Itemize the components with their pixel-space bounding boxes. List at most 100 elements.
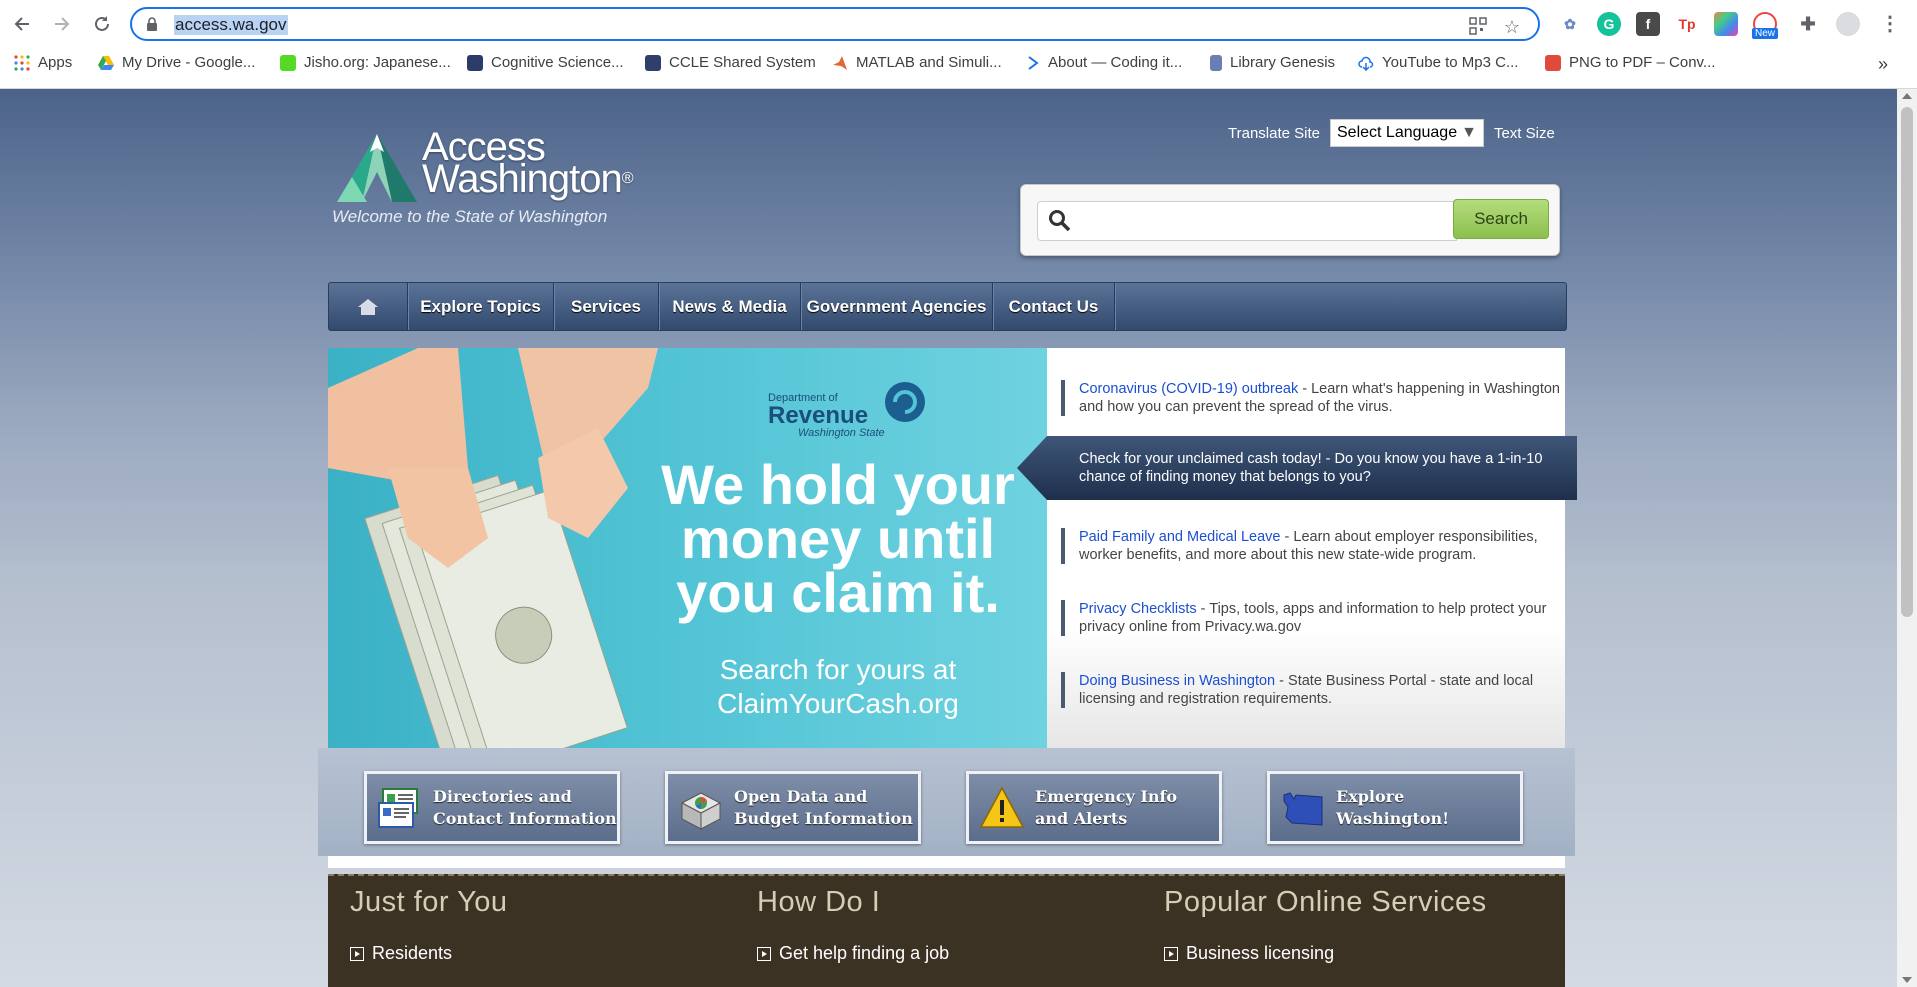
link-find-job[interactable]: Get help finding a job	[757, 943, 949, 964]
scroll-down-arrow-icon[interactable]	[1902, 977, 1912, 983]
apps-grid-icon	[14, 54, 30, 71]
subtext-line1: Search for yours at	[719, 654, 957, 685]
quick-link-emergency[interactable]: Emergency Info and Alerts	[966, 771, 1222, 844]
quick-link-text: Emergency Info and Alerts	[1035, 786, 1177, 830]
text-size-link[interactable]: Text Size	[1494, 125, 1555, 142]
search-input[interactable]	[1037, 201, 1457, 241]
language-select[interactable]: Select Language ▼	[1330, 119, 1484, 147]
mountain-logo-icon	[337, 134, 417, 202]
arrow-bullet-icon	[350, 946, 364, 961]
browser-chrome: access.wa.gov ☆ ✿ G f Tp New ✚ ⋮ Apps My…	[0, 0, 1917, 89]
nav-contact-us[interactable]: Contact Us	[993, 283, 1115, 330]
nav-government-agencies[interactable]: Government Agencies	[801, 283, 993, 330]
bookmark-matlab[interactable]: MATLAB and Simuli...	[832, 54, 1002, 71]
google-drive-icon	[98, 55, 114, 70]
nav-services[interactable]: Services	[554, 283, 659, 330]
new-badge: New	[1752, 28, 1779, 39]
bookmark-jisho[interactable]: Jisho.org: Japanese...	[280, 54, 451, 71]
bookmark-label: About — Coding it...	[1048, 54, 1183, 71]
link-residents[interactable]: Residents	[350, 943, 508, 964]
qr-code-icon[interactable]	[1468, 17, 1488, 37]
search-icon	[1049, 210, 1071, 232]
bookmark-library-genesis[interactable]: Library Genesis	[1210, 54, 1335, 71]
dor-line3: Washington State	[798, 427, 885, 439]
bookmark-label: Apps	[38, 54, 73, 71]
news-item-unclaimed-cash[interactable]: Check for your unclaimed cash today! - D…	[1017, 436, 1577, 500]
browser-menu-icon[interactable]: ⋮	[1878, 12, 1902, 36]
bookmark-cognitive-science[interactable]: Cognitive Science...	[467, 54, 624, 71]
bookmarks-bar: Apps My Drive - Google... Jisho.org: Jap…	[0, 50, 1917, 80]
page-scrollbar[interactable]	[1897, 89, 1917, 987]
language-select-value: Select Language	[1337, 124, 1458, 141]
bookmark-coding-it[interactable]: About — Coding it...	[1026, 54, 1182, 71]
forward-button[interactable]	[48, 10, 76, 38]
dor-line2: Revenue	[768, 402, 869, 429]
bookmark-label: Cognitive Science...	[491, 54, 624, 71]
column-just-for-you: Just for You Residents	[350, 886, 508, 964]
jisho-icon	[280, 54, 296, 71]
bookmark-label: Jisho.org: Japanese...	[304, 54, 451, 71]
matlab-icon	[833, 55, 847, 70]
address-bar[interactable]: access.wa.gov ☆	[130, 7, 1540, 41]
bookmark-label: CCLE Shared System	[669, 54, 816, 71]
link-label: Business licensing	[1186, 943, 1335, 963]
quick-link-line1: Directories and	[433, 786, 572, 806]
back-button[interactable]	[8, 10, 36, 38]
quick-link-text: Explore Washington!	[1336, 786, 1449, 830]
hands-holding-money-image	[328, 348, 658, 748]
hero-banner[interactable]: Department of Revenue Washington State W…	[328, 348, 1047, 748]
bookmark-star-icon[interactable]: ☆	[1502, 17, 1522, 37]
bookmark-label: PNG to PDF – Conv...	[1569, 54, 1716, 71]
more-bookmarks-button[interactable]: »	[1878, 54, 1888, 75]
link-label: Get help finding a job	[779, 943, 950, 963]
hero-headline: We hold your money until you claim it.	[648, 457, 1028, 621]
quick-link-directories[interactable]: Directories and Contact Information	[364, 771, 620, 844]
bookmark-apps[interactable]: Apps	[14, 54, 72, 71]
nav-news-media[interactable]: News & Media	[659, 283, 801, 330]
bookmark-png-to-pdf[interactable]: PNG to PDF – Conv...	[1545, 54, 1715, 71]
paw-extension-icon[interactable]: ✿	[1558, 12, 1582, 36]
dropdown-arrow-icon: ▼	[1461, 124, 1477, 141]
scroll-up-arrow-icon[interactable]	[1902, 93, 1912, 99]
chevron-right-icon	[1028, 55, 1039, 70]
scrollbar-thumb[interactable]	[1901, 107, 1913, 617]
news-link-paid-leave[interactable]: Paid Family and Medical Leave	[1079, 529, 1281, 545]
search-button[interactable]: Search	[1453, 199, 1549, 239]
bookmark-ccle[interactable]: CCLE Shared System	[645, 54, 816, 71]
link-business-licensing[interactable]: Business licensing	[1164, 943, 1487, 964]
reload-button[interactable]	[88, 10, 116, 38]
profile-avatar-icon[interactable]	[1836, 12, 1860, 36]
puzzle-extensions-icon[interactable]: ✚	[1796, 12, 1820, 36]
news-link-covid[interactable]: Coronavirus (COVID-19) outbreak	[1079, 381, 1298, 397]
grammarly-extension-icon[interactable]: G	[1597, 12, 1621, 36]
quick-link-open-data[interactable]: Open Data and Budget Information	[665, 771, 921, 844]
news-panel: Coronavirus (COVID-19) outbreak - Learn …	[1017, 348, 1577, 748]
facebook-extension-icon[interactable]: f	[1636, 12, 1660, 36]
home-icon	[358, 298, 378, 315]
bookmark-youtube-mp3[interactable]: YouTube to Mp3 C...	[1358, 54, 1518, 71]
quick-link-line1: Open Data and	[734, 786, 868, 806]
subtext-line2: ClaimYourCash.org	[717, 688, 959, 719]
logo-text-washington: Washington®	[422, 159, 634, 199]
quick-link-explore-washington[interactable]: Explore Washington!	[1267, 771, 1523, 844]
pdf-icon	[1545, 54, 1561, 71]
nav-explore-topics[interactable]: Explore Topics	[408, 283, 554, 330]
quick-link-line2: Contact Information	[433, 808, 617, 828]
quick-link-line2: Washington!	[1336, 808, 1450, 828]
news-link-business[interactable]: Doing Business in Washington	[1079, 673, 1275, 689]
color-extension-icon[interactable]	[1714, 12, 1738, 36]
bookmark-label: YouTube to Mp3 C...	[1382, 54, 1519, 71]
news-item-covid: Coronavirus (COVID-19) outbreak - Learn …	[1061, 380, 1564, 416]
back-arrow-icon	[14, 17, 29, 31]
bookmark-google-drive[interactable]: My Drive - Google...	[98, 54, 255, 71]
news-link-privacy[interactable]: Privacy Checklists	[1079, 601, 1197, 617]
news-item-privacy: Privacy Checklists - Tips, tools, apps a…	[1061, 600, 1564, 636]
bookmark-label: My Drive - Google...	[122, 54, 256, 71]
access-washington-logo[interactable]: Access Washington® Welcome to the State …	[332, 127, 652, 237]
url-text[interactable]: access.wa.gov	[174, 15, 288, 35]
nav-home[interactable]	[329, 283, 408, 330]
quick-link-text: Open Data and Budget Information	[734, 786, 913, 830]
forward-arrow-icon	[55, 17, 70, 31]
quick-link-line2: Budget Information	[734, 808, 913, 828]
tp-extension-icon[interactable]: Tp	[1675, 12, 1699, 36]
